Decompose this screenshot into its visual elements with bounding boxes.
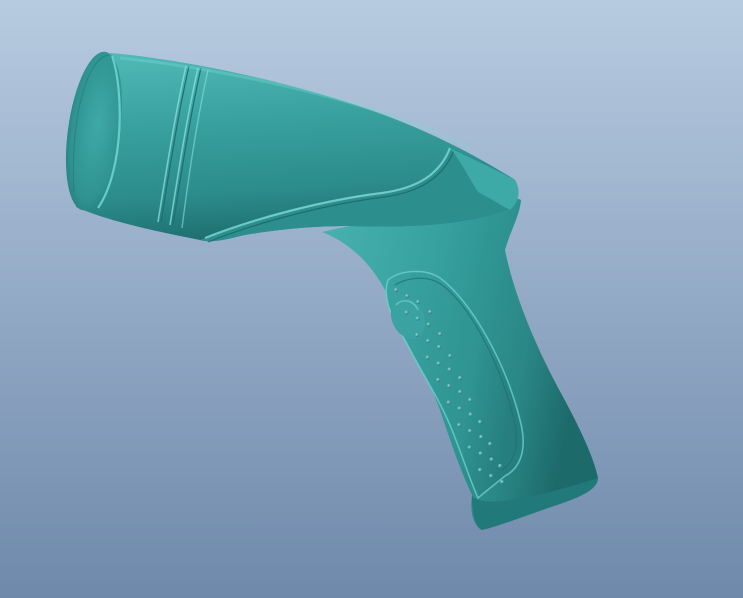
grip-dot — [467, 445, 472, 450]
grip-dot — [478, 434, 484, 440]
grip-dot — [487, 441, 493, 447]
grip-dot — [457, 406, 462, 411]
3d-model-canvas[interactable] — [0, 0, 743, 598]
grip-dot — [446, 383, 452, 389]
grip-dot — [497, 463, 503, 469]
grip-dot — [457, 389, 463, 395]
grip-dot — [447, 367, 452, 372]
grip-dot — [446, 400, 451, 405]
grip-dot — [468, 412, 473, 417]
grip-dot — [436, 344, 442, 350]
grip-dot — [447, 353, 453, 359]
grip-dot — [414, 332, 420, 338]
grip-dot — [457, 375, 463, 381]
grip-dot — [425, 338, 431, 344]
grip-dot — [427, 309, 433, 315]
3d-viewport[interactable] — [0, 0, 743, 598]
grip-dot — [456, 422, 462, 428]
grip-dot — [489, 457, 494, 462]
grip-dot — [436, 361, 441, 366]
grip-dot — [437, 331, 443, 337]
grip-dot — [477, 419, 483, 425]
grip-dot — [415, 316, 420, 321]
grip-dot — [467, 428, 473, 434]
grip-dot — [404, 293, 410, 299]
grip-dot — [435, 377, 441, 383]
grip-dot — [499, 479, 505, 485]
grip-dot — [467, 397, 473, 403]
grip-dot — [426, 322, 431, 327]
grip-dot — [488, 473, 494, 479]
grip-dot — [425, 355, 430, 360]
grip-dot — [478, 451, 483, 456]
grip-dot — [415, 299, 421, 305]
grip-dot — [393, 287, 399, 293]
grip-dot — [477, 467, 483, 473]
grip-dot — [404, 310, 409, 315]
